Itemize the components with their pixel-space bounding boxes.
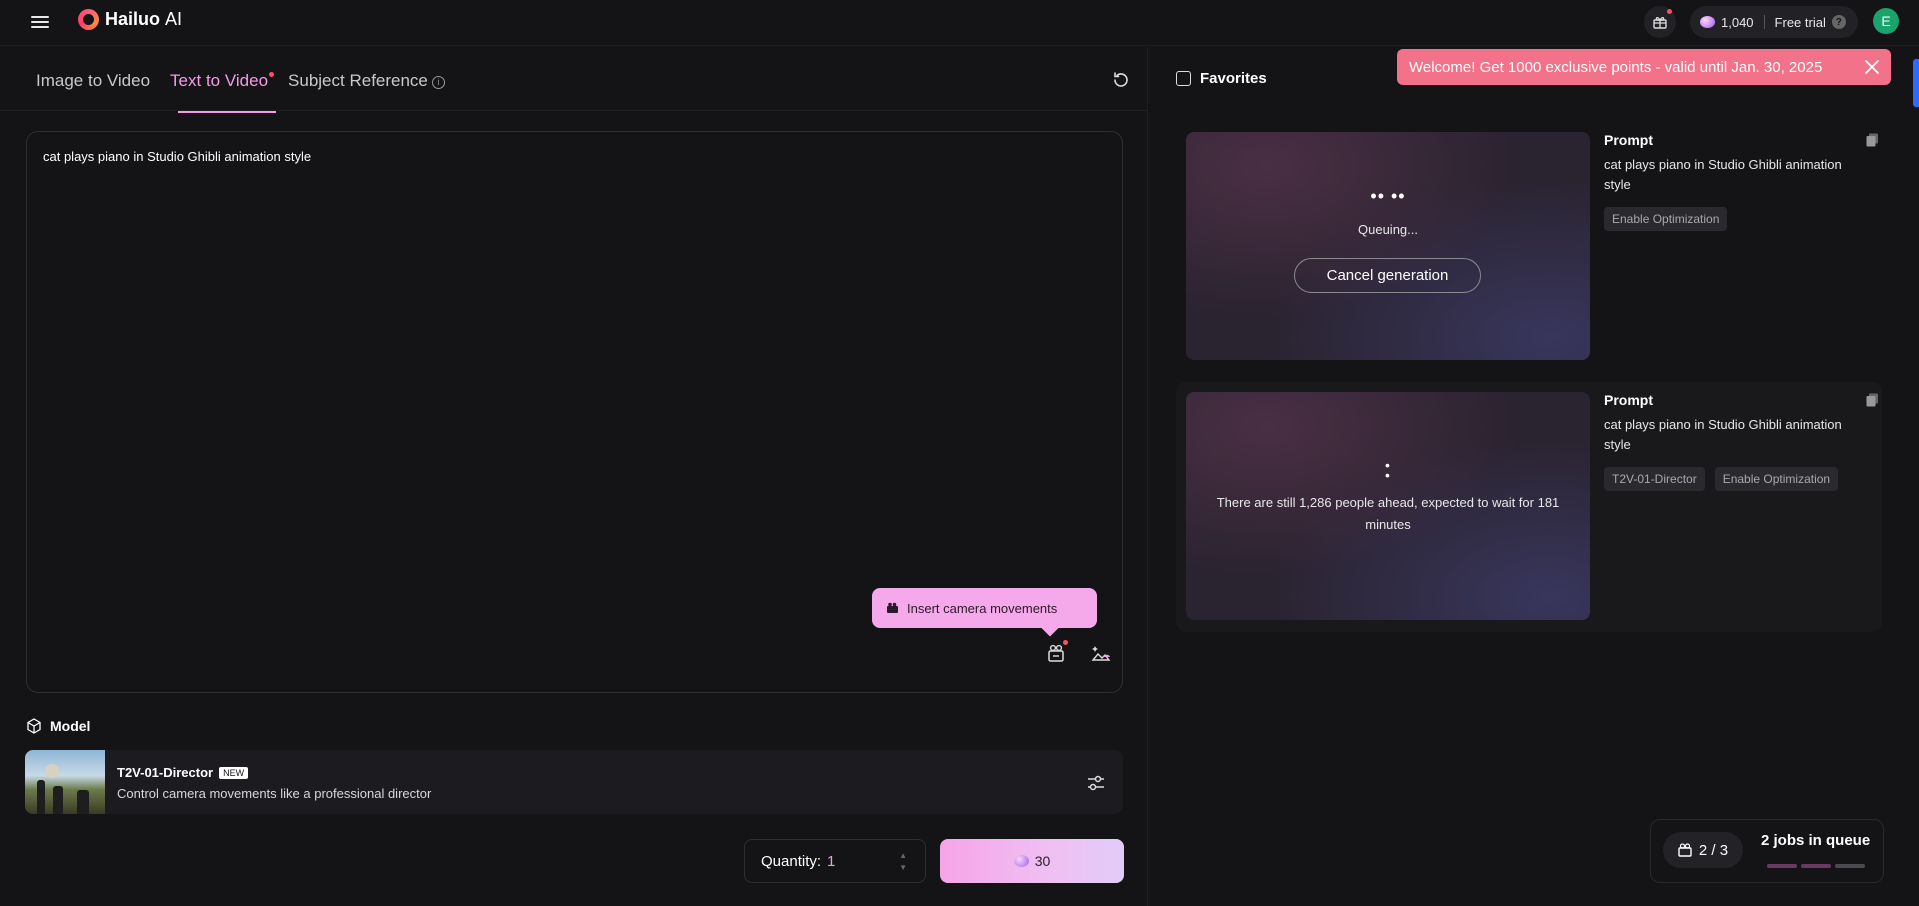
prompt-textarea[interactable]: cat plays piano in Studio Ghibli animati… (26, 131, 1123, 693)
stepper-arrows[interactable]: ▲ ▼ (899, 850, 907, 874)
tab-text-to-video[interactable]: Text to Video (170, 71, 277, 113)
camera-small-icon (887, 602, 898, 613)
camera-movement-icon[interactable] (1046, 640, 1068, 664)
job-tags: Enable Optimization (1604, 207, 1728, 231)
enhance-glyph (1091, 646, 1111, 661)
camera-glyph (1048, 644, 1064, 662)
decrement-arrow-icon[interactable]: ▼ (899, 862, 907, 874)
help-icon[interactable]: ? (1831, 15, 1846, 29)
camera-movements-tooltip: Insert camera movements (872, 588, 1097, 628)
job-preview: • • There are still 1,286 people ahead, … (1186, 392, 1590, 620)
job-tags: T2V-01-Director Enable Optimization (1604, 467, 1839, 491)
generate-cost: 30 (1034, 853, 1051, 869)
scrollbar-thumb[interactable] (1913, 59, 1919, 107)
tab-label: Text to Video (170, 71, 269, 90)
quantity-label: Quantity: (761, 852, 822, 870)
copy-icon[interactable] (1866, 133, 1879, 147)
user-avatar[interactable]: E (1873, 8, 1899, 34)
close-icon[interactable] (1863, 58, 1881, 76)
loading-dots: •• •• (1370, 186, 1406, 206)
logo-suffix: AI (165, 9, 183, 29)
welcome-banner-text: Welcome! Get 1000 exclusive points - val… (1409, 58, 1823, 76)
new-badge: NEW (219, 766, 249, 779)
logo-text: Hailuo AI (105, 9, 182, 30)
model-selector-card[interactable]: T2V-01-Director NEW Control camera movem… (25, 750, 1123, 814)
sliders-icon[interactable] (1085, 772, 1107, 794)
info-icon[interactable]: i (431, 76, 445, 89)
increment-arrow-icon[interactable]: ▲ (899, 850, 907, 862)
prompt-text[interactable]: cat plays piano in Studio Ghibli animati… (43, 149, 311, 164)
queue-count: 2 / 3 (1663, 832, 1743, 868)
logo[interactable]: Hailuo AI (78, 9, 182, 30)
cancel-generation-button[interactable]: Cancel generation (1294, 258, 1481, 293)
tab-subject-reference[interactable]: Subject Reference i (288, 71, 445, 113)
quantity-stepper[interactable]: Quantity: 1 ▲ ▼ (744, 839, 926, 883)
model-label-text: Model (50, 718, 91, 734)
thumb-reflector (45, 764, 59, 778)
free-trial-label[interactable]: Free trial (1775, 15, 1826, 30)
tabs-divider (0, 110, 1148, 111)
prompt-title: Prompt (1604, 132, 1653, 148)
prompt-title: Prompt (1604, 392, 1653, 408)
points-gem-icon (1700, 16, 1715, 28)
queue-progress-bars (1767, 864, 1865, 868)
prompt-body: cat plays piano in Studio Ghibli animati… (1604, 417, 1842, 452)
logo-brand: Hailuo (105, 9, 161, 29)
right-panel: Favorites Welcome! Get 1000 exclusive po… (1149, 47, 1919, 906)
points-gem-icon (1013, 855, 1029, 867)
thumb-figure (53, 786, 63, 814)
copy-icon[interactable] (1866, 393, 1879, 407)
favorites-checkbox[interactable] (1176, 71, 1191, 86)
left-panel: Image to Video Text to Video Subject Ref… (0, 47, 1148, 906)
job-preview: •• •• Queuing... Cancel generation (1186, 132, 1590, 360)
mode-tabs: Image to Video Text to Video Subject Ref… (36, 71, 445, 113)
favorites-filter[interactable]: Favorites (1176, 70, 1267, 87)
quantity-value[interactable]: 1 (827, 853, 835, 870)
model-section-label: Model (26, 718, 90, 734)
tab-image-to-video[interactable]: Image to Video (36, 71, 150, 113)
model-description: Control camera movements like a professi… (117, 786, 432, 801)
new-dot (269, 72, 275, 77)
thumb-figure (77, 790, 89, 814)
queue-count-text: 2 / 3 (1698, 841, 1729, 859)
favorites-label: Favorites (1200, 70, 1267, 87)
points-separator (1763, 15, 1765, 29)
points-pill[interactable]: 1,040 Free trial ? (1690, 6, 1858, 38)
queue-bar (1767, 864, 1797, 868)
camera-movement-icon (1678, 843, 1692, 857)
queue-widget[interactable]: 2 / 3 2 jobs in queue (1650, 819, 1884, 883)
model-thumbnail (25, 750, 105, 814)
queue-bar (1835, 864, 1865, 868)
tooltip-label: Insert camera movements (907, 600, 1058, 616)
job-card: • • There are still 1,286 people ahead, … (1176, 382, 1882, 632)
gift-icon[interactable] (1644, 6, 1676, 38)
welcome-banner: Welcome! Get 1000 exclusive points - val… (1397, 49, 1891, 85)
notification-dot (1063, 640, 1068, 645)
tab-label: Image to Video (36, 71, 151, 90)
tag-enable-optimization: Enable Optimization (1604, 207, 1728, 231)
model-name-text: T2V-01-Director (117, 765, 214, 780)
job-status: Queuing... (1358, 222, 1418, 237)
tag-enable-optimization: Enable Optimization (1714, 467, 1839, 491)
refresh-icon[interactable] (1110, 69, 1132, 91)
notification-dot (1667, 9, 1672, 14)
top-bar: Hailuo AI 1,040 Free trial ? E (0, 0, 1919, 46)
job-card: •• •• Queuing... Cancel generation Promp… (1176, 122, 1882, 372)
hamburger-menu-icon[interactable] (29, 13, 51, 33)
model-name: T2V-01-Director NEW (117, 765, 249, 780)
gift-glyph (1653, 16, 1667, 29)
loading-dots: • • (1385, 457, 1391, 483)
thumb-figure (37, 780, 45, 814)
hailuo-logo-icon (78, 9, 99, 30)
tag-model: T2V-01-Director (1604, 467, 1705, 491)
cube-icon (27, 718, 41, 734)
tab-label: Subject Reference (288, 71, 428, 90)
image-enhance-icon[interactable] (1090, 642, 1112, 664)
points-balance: 1,040 (1721, 14, 1754, 30)
queue-label: 2 jobs in queue (1761, 832, 1871, 849)
job-status: There are still 1,286 people ahead, expe… (1216, 495, 1560, 532)
prompt-body: cat plays piano in Studio Ghibli animati… (1604, 157, 1842, 192)
generate-button[interactable]: 30 (940, 839, 1124, 883)
queue-bar (1801, 864, 1831, 868)
